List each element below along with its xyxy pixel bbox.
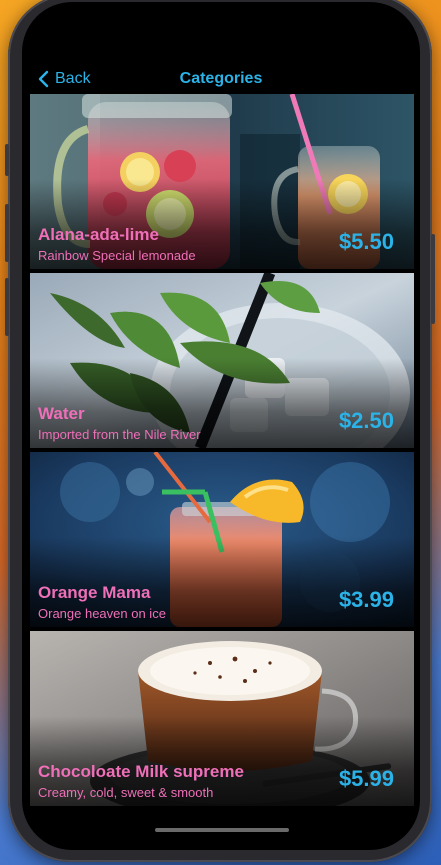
- back-label: Back: [55, 70, 91, 87]
- drink-card-alana-ada-lime[interactable]: Alana-ada-lime Rainbow Special lemonade …: [30, 94, 414, 269]
- drink-price: $2.50: [338, 408, 394, 433]
- chevron-left-icon: [38, 70, 49, 88]
- power-button: [431, 234, 435, 324]
- drink-card-water[interactable]: Water Imported from the Nile River $2.50: [30, 273, 414, 448]
- volume-up-button: [5, 204, 9, 262]
- drink-name: Chocoloate Milk supreme: [38, 762, 244, 781]
- drink-name: Orange Mama: [38, 583, 151, 602]
- drink-name: Water: [38, 404, 85, 423]
- drink-price: $5.50: [338, 229, 394, 254]
- drink-description: Imported from the Nile River: [38, 427, 201, 442]
- drink-description: Creamy, cold, sweet & smooth: [38, 785, 214, 800]
- drink-price: $3.99: [338, 587, 394, 612]
- drink-name: Alana-ada-lime: [38, 225, 159, 244]
- drink-price: $5.99: [338, 766, 394, 791]
- silent-switch: [5, 144, 9, 176]
- navigation-bar: Back Categories: [22, 62, 420, 96]
- back-button[interactable]: Back: [38, 62, 91, 96]
- drink-card-orange-mama[interactable]: Orange Mama Orange heaven on ice $3.99: [30, 452, 414, 627]
- drink-description: Rainbow Special lemonade: [38, 248, 196, 263]
- volume-down-button: [5, 278, 9, 336]
- app-screen: Back Categories Alana-ada-lime Rainbow S…: [22, 2, 420, 850]
- drink-description: Orange heaven on ice: [38, 606, 166, 621]
- phone-frame: Back Categories Alana-ada-lime Rainbow S…: [5, 0, 435, 862]
- drink-card-chocoloate-milk-supreme[interactable]: Chocoloate Milk supreme Creamy, cold, sw…: [30, 631, 414, 806]
- drink-list: Alana-ada-lime Rainbow Special lemonade …: [30, 94, 414, 810]
- home-indicator[interactable]: [155, 828, 289, 832]
